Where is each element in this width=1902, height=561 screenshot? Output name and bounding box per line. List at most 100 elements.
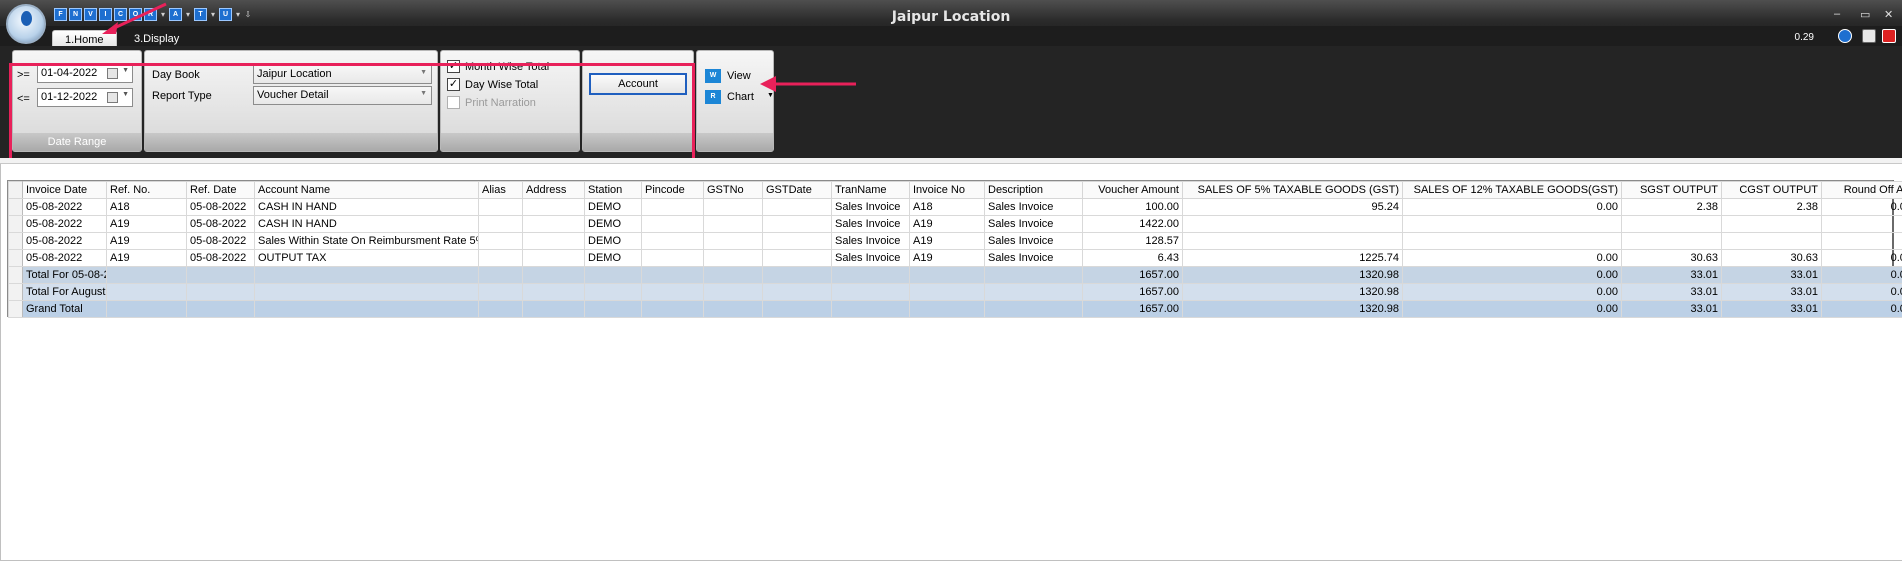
column-header[interactable]: Pincode — [641, 181, 704, 199]
chevron-down-icon[interactable]: ▾ — [209, 10, 217, 19]
row-indicator[interactable] — [8, 232, 23, 250]
table-cell — [522, 215, 585, 233]
chevron-down-icon[interactable]: ▾ — [184, 10, 192, 19]
table-cell: 1657.00 — [1082, 300, 1183, 318]
column-header[interactable]: Invoice No — [909, 181, 985, 199]
total-row[interactable]: Total For August 20221657.001320.980.003… — [8, 283, 1902, 301]
qa-btn-n[interactable]: N — [69, 8, 82, 21]
close-button[interactable]: ✕ — [1884, 8, 1893, 21]
table-cell: 1320.98 — [1182, 283, 1403, 301]
maximize-button[interactable]: ▭ — [1860, 8, 1870, 21]
column-header[interactable]: Voucher Amount — [1082, 181, 1183, 199]
table-cell: A19 — [106, 215, 187, 233]
row-indicator[interactable] — [8, 283, 23, 301]
qa-btn-i[interactable]: I — [99, 8, 112, 21]
table-cell — [984, 300, 1083, 318]
table-cell: 1225.74 — [1182, 249, 1403, 267]
table-cell — [522, 283, 585, 301]
table-cell — [254, 300, 479, 318]
column-header[interactable]: CGST OUTPUT — [1721, 181, 1822, 199]
table-cell — [831, 283, 910, 301]
chevron-down-icon[interactable]: ▼ — [767, 92, 774, 99]
table-cell — [1621, 232, 1722, 250]
help-icon[interactable] — [1838, 29, 1852, 43]
table-cell — [478, 215, 523, 233]
table-cell: 0.00 — [1821, 266, 1902, 284]
customize-toolbar-icon[interactable]: ⇩ — [244, 10, 252, 19]
table-cell: A19 — [909, 232, 985, 250]
view-button[interactable]: W View — [705, 67, 769, 87]
total-row[interactable]: Grand Total 1657.00 1320.98 0.00 33.01 33.01 0… — [8, 300, 1902, 318]
table-cell — [106, 266, 187, 284]
qa-btn-a[interactable]: A — [169, 8, 182, 21]
table-row[interactable]: 05-08-2022 A18 05-08-2022 CASH IN HAND DEMO S… — [8, 198, 1902, 216]
report-table: Invoice Date Ref. No. Ref. Date Account Nam… — [8, 181, 1902, 318]
row-indicator[interactable] — [8, 249, 23, 267]
column-header[interactable]: Round Off A/c — [1821, 181, 1902, 199]
column-header[interactable]: Ref. No. — [106, 181, 187, 199]
table-cell: 0.00 — [1402, 300, 1622, 318]
table-cell — [762, 266, 832, 284]
table-cell: 30.63 — [1721, 249, 1822, 267]
row-indicator[interactable] — [8, 215, 23, 233]
column-header[interactable]: Station — [584, 181, 642, 199]
chevron-down-icon[interactable]: ▾ — [234, 10, 242, 19]
table-cell — [641, 215, 704, 233]
actions-group: W View R Chart ▼ . — [696, 50, 774, 152]
column-header[interactable]: Address — [522, 181, 585, 199]
column-header[interactable]: Account Name — [254, 181, 479, 199]
table-cell — [1721, 215, 1822, 233]
table-cell — [703, 300, 763, 318]
column-header[interactable]: TranName — [831, 181, 910, 199]
report-grid[interactable]: Invoice Date Ref. No. Ref. Date Account Nam… — [7, 180, 1902, 318]
calculator-icon[interactable] — [1862, 29, 1876, 43]
column-header[interactable]: Description — [984, 181, 1083, 199]
table-cell: 1657.00 — [1082, 266, 1183, 284]
table-cell: CASH IN HAND — [254, 198, 479, 216]
row-indicator[interactable] — [8, 300, 23, 318]
row-indicator[interactable] — [8, 266, 23, 284]
table-cell: A19 — [909, 249, 985, 267]
app-logo-icon[interactable] — [6, 4, 46, 44]
table-cell: 05-08-2022 — [22, 232, 107, 250]
qa-btn-o[interactable]: O — [129, 8, 142, 21]
column-header[interactable]: Alias — [478, 181, 523, 199]
table-row[interactable]: 05-08-2022 A19 05-08-2022 Sales Within Stat… — [8, 232, 1902, 250]
qa-btn-f[interactable]: F — [54, 8, 67, 21]
table-cell: Sales Invoice — [984, 249, 1083, 267]
exit-icon[interactable] — [1882, 29, 1896, 43]
qa-btn-v[interactable]: V — [84, 8, 97, 21]
chart-label: Chart — [727, 91, 754, 103]
table-cell — [909, 283, 985, 301]
qa-btn-t[interactable]: T — [194, 8, 207, 21]
column-header[interactable]: GSTNo — [703, 181, 763, 199]
table-cell: 33.01 — [1621, 266, 1722, 284]
column-header[interactable]: SALES OF 12% TAXABLE GOODS(GST) — [1402, 181, 1622, 199]
column-header[interactable]: Invoice Date — [22, 181, 107, 199]
minimize-button[interactable]: – — [1834, 8, 1840, 20]
qa-btn-u[interactable]: U — [219, 8, 232, 21]
column-header[interactable]: GSTDate — [762, 181, 832, 199]
qa-btn-c[interactable]: C — [114, 8, 127, 21]
table-cell — [1621, 215, 1722, 233]
chevron-down-icon[interactable]: ▾ — [159, 10, 167, 19]
table-cell — [762, 198, 832, 216]
table-row[interactable]: 05-08-2022 A19 05-08-2022 CASH IN HAND DEMO S… — [8, 215, 1902, 233]
table-cell: 6.43 — [1082, 249, 1183, 267]
total-row[interactable]: Total For 05-08-20221657.001320.980.0033… — [8, 266, 1902, 284]
row-indicator[interactable] — [8, 198, 23, 216]
column-header[interactable]: Ref. Date — [186, 181, 255, 199]
chart-button[interactable]: R Chart ▼ — [705, 88, 774, 108]
table-cell — [254, 266, 479, 284]
total-label: Grand Total — [22, 300, 107, 318]
table-cell: Sales Within State On Reimbursment Rate … — [254, 232, 479, 250]
table-cell: DEMO — [584, 249, 642, 267]
table-cell: Sales Invoice — [984, 232, 1083, 250]
column-header[interactable]: SALES OF 5% TAXABLE GOODS (GST) — [1182, 181, 1403, 199]
qa-btn-r[interactable]: R — [144, 8, 157, 21]
table-cell — [762, 283, 832, 301]
table-row[interactable]: 05-08-2022 A19 05-08-2022 OUTPUT TAX DEMO Sal… — [8, 249, 1902, 267]
column-header[interactable]: SGST OUTPUT — [1621, 181, 1722, 199]
table-cell — [641, 232, 704, 250]
table-cell: 33.01 — [1721, 283, 1822, 301]
